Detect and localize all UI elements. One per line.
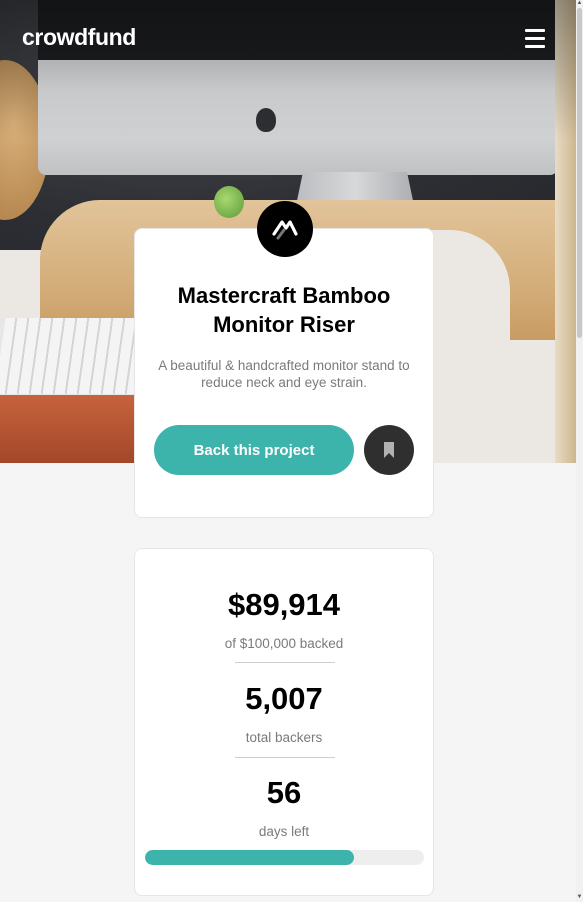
project-title: Mastercraft Bamboo Monitor Riser <box>177 283 391 337</box>
bookmark-button[interactable] <box>364 425 414 475</box>
site-logo[interactable]: crowdfund <box>22 24 136 51</box>
hero-overlay <box>0 0 576 140</box>
hero-keyboard-keys <box>0 318 156 394</box>
bookmark-icon <box>384 442 394 458</box>
progress-bar <box>145 850 424 865</box>
hero-toy <box>214 186 244 218</box>
mastercraft-logo-icon <box>257 201 313 257</box>
scrollbar-thumb[interactable] <box>577 8 582 338</box>
progress-bar-fill <box>145 850 355 865</box>
amount-backed-label: of $100,000 backed <box>224 636 344 651</box>
project-description: A beautiful & handcrafted monitor stand … <box>158 358 410 390</box>
stat-divider <box>235 757 335 758</box>
project-stats-card: $89,914 of $100,000 backed 5,007 total b… <box>134 548 434 896</box>
scroll-up-arrow-icon[interactable]: ▲ <box>576 0 583 7</box>
stat-divider <box>235 662 335 663</box>
days-left-label: days left <box>258 824 310 839</box>
back-project-button[interactable]: Back this project <box>154 425 354 475</box>
total-backers-value: 5,007 <box>245 681 323 716</box>
total-backers-label: total backers <box>245 730 323 745</box>
amount-backed-value: $89,914 <box>227 587 341 622</box>
days-left-value: 56 <box>266 775 302 810</box>
project-intro-card: Mastercraft Bamboo Monitor Riser A beaut… <box>134 201 434 518</box>
hamburger-menu-icon[interactable] <box>525 29 545 48</box>
scroll-down-arrow-icon[interactable]: ▼ <box>576 893 583 902</box>
